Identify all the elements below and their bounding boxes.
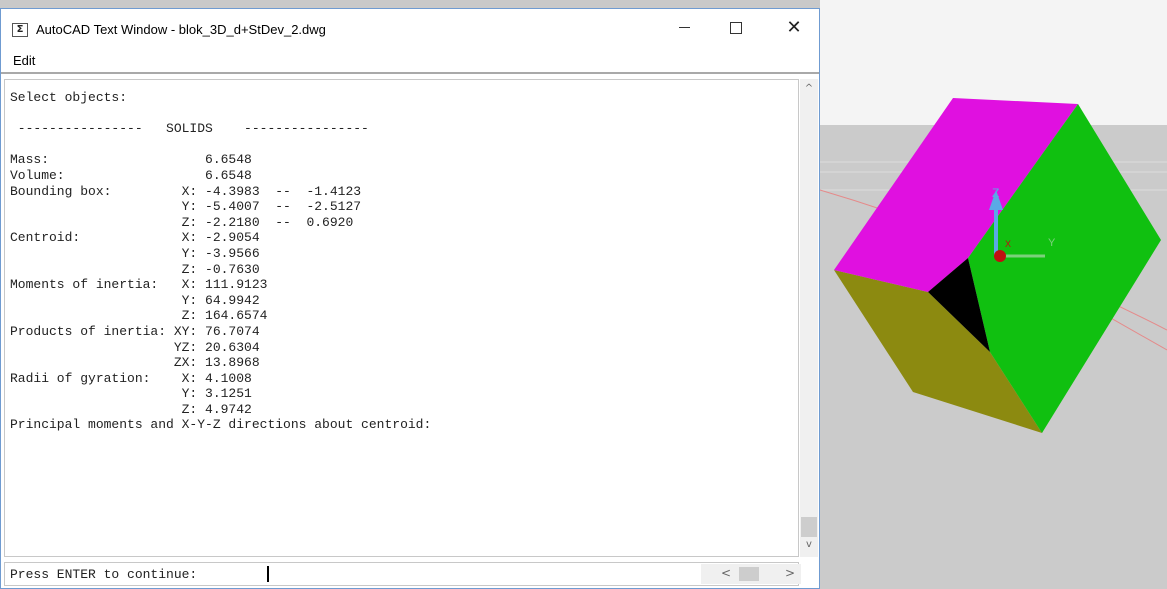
z-axis-label: Z bbox=[992, 186, 999, 200]
console-line: Y: 64.9942 bbox=[10, 292, 260, 308]
menu-bar: Edit bbox=[1, 46, 819, 74]
console-line: YZ: 20.6304 bbox=[10, 339, 260, 355]
horizontal-scroll-thumb[interactable] bbox=[739, 567, 759, 581]
console-line: Radii of gyration: X: 4.1008 bbox=[10, 370, 252, 386]
ucs-origin bbox=[994, 250, 1006, 262]
console-line: Select objects: bbox=[10, 90, 128, 105]
window-title: AutoCAD Text Window - blok_3D_d+StDev_2.… bbox=[36, 22, 326, 37]
horizontal-scrollbar[interactable]: < > bbox=[701, 564, 801, 584]
console-line: Y: -5.4007 -- -2.5127 bbox=[10, 199, 362, 215]
console-line: Z: -0.7630 bbox=[10, 261, 260, 277]
console-line: Products of inertia: XY: 76.7074 bbox=[10, 323, 260, 339]
console-line: Y: -3.9566 bbox=[10, 245, 260, 261]
scroll-left-icon[interactable]: < bbox=[721, 566, 731, 580]
console-line: ZX: 13.8968 bbox=[10, 355, 260, 371]
console-line: Y: 3.1251 bbox=[10, 386, 252, 402]
close-icon: ✕ bbox=[786, 17, 802, 38]
title-bar[interactable]: Σ AutoCAD Text Window - blok_3D_d+StDev_… bbox=[1, 9, 819, 46]
vertical-scrollbar[interactable]: ^ v bbox=[800, 79, 818, 557]
minimize-icon bbox=[678, 27, 690, 28]
command-history[interactable]: Select objects: ---------------- SOLIDS … bbox=[4, 79, 799, 557]
y-axis-label: Y bbox=[1048, 237, 1056, 249]
scroll-right-icon[interactable]: > bbox=[785, 566, 795, 580]
close-button[interactable]: ✕ bbox=[771, 9, 817, 46]
console-line: Centroid: X: -2.9054 bbox=[10, 230, 260, 246]
command-history-text: Select objects: ---------------- SOLIDS … bbox=[5, 80, 798, 433]
maximize-button[interactable] bbox=[713, 9, 759, 46]
maximize-icon bbox=[730, 21, 742, 34]
command-input[interactable]: Press ENTER to continue: bbox=[4, 562, 799, 586]
console-line: Z: 4.9742 bbox=[10, 401, 252, 417]
console-line: Z: -2.2180 -- 0.6920 bbox=[10, 214, 354, 230]
x-axis-label: X bbox=[1005, 239, 1011, 249]
console-line: Volume: 6.6548 bbox=[10, 167, 252, 183]
console-line: Mass: 6.6548 bbox=[10, 152, 252, 168]
scroll-up-icon[interactable]: ^ bbox=[800, 83, 818, 97]
console-line: ---------------- SOLIDS ---------------- bbox=[10, 121, 369, 137]
console-line: Moments of inertia: X: 111.9123 bbox=[10, 277, 268, 293]
text-window[interactable]: Σ AutoCAD Text Window - blok_3D_d+StDev_… bbox=[0, 8, 820, 589]
scroll-down-icon[interactable]: v bbox=[800, 539, 818, 553]
vertical-scroll-thumb[interactable] bbox=[801, 517, 817, 537]
menu-edit[interactable]: Edit bbox=[13, 53, 35, 68]
console-line: Bounding box: X: -4.3983 -- -1.4123 bbox=[10, 183, 362, 199]
autocad-text-window-icon: Σ bbox=[12, 23, 28, 37]
text-caret bbox=[267, 566, 269, 582]
console-line: Z: 164.6574 bbox=[10, 308, 268, 324]
console-line: Principal moments and X-Y-Z directions a… bbox=[10, 417, 432, 433]
minimize-button[interactable] bbox=[661, 9, 707, 46]
command-prompt: Press ENTER to continue: bbox=[10, 567, 206, 582]
